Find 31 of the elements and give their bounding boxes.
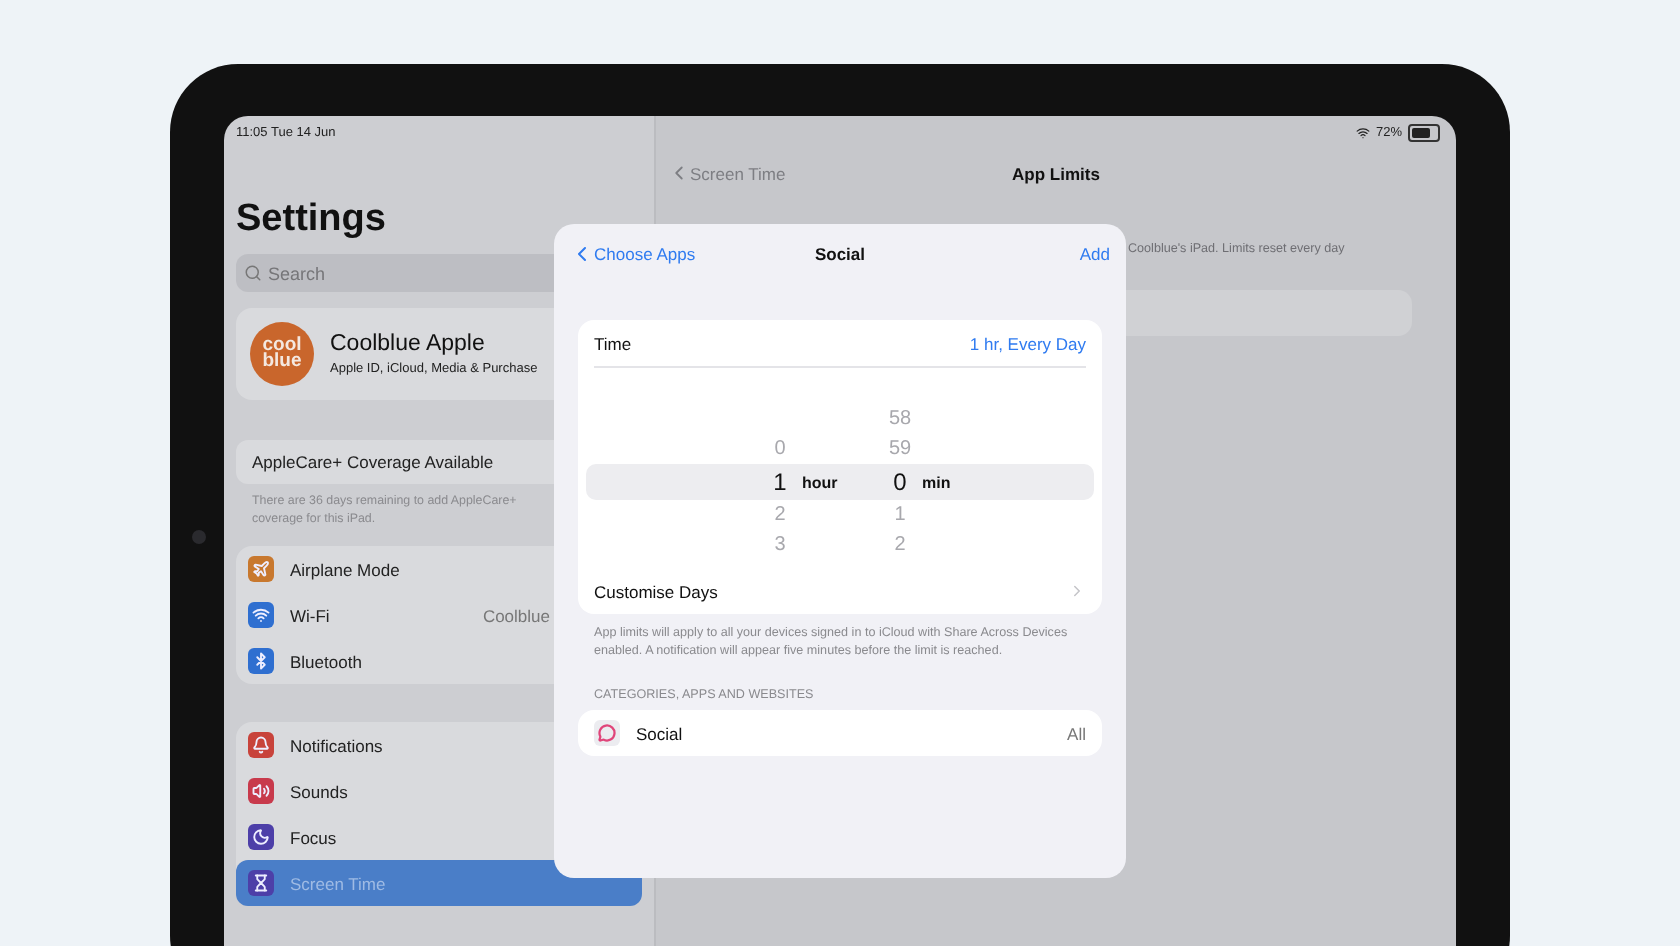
category-label: Social [636, 723, 685, 743]
category-value: All [1067, 723, 1086, 743]
picker-value: 1 [771, 467, 789, 497]
wifi-icon [1355, 125, 1370, 139]
picker-value: 58 [886, 406, 914, 434]
camera-icon [192, 530, 206, 544]
picker-value: 0 [772, 436, 788, 464]
settings-item[interactable]: Sounds [236, 768, 642, 814]
picker-unit: hour [802, 473, 838, 491]
profile-name: Coolblue Apple [330, 332, 487, 356]
settings-title: Settings [236, 198, 388, 242]
time-label: Time [594, 333, 632, 353]
time-value[interactable]: 1 hr, Every Day [969, 333, 1086, 353]
picker-unit: min [922, 473, 951, 491]
picker-value: 2 [772, 502, 788, 530]
brand-logo: cool blue [250, 322, 314, 386]
add-link[interactable]: Add [1079, 244, 1110, 264]
chat-bubble-icon [594, 720, 620, 746]
picker-value: 59 [886, 436, 914, 464]
picker-value: 3 [772, 532, 788, 560]
picker-value: 1 [892, 502, 908, 530]
customise-days-row[interactable]: Customise Days [594, 568, 1086, 614]
chevron-icon [1068, 582, 1086, 600]
picker-value: 0 [891, 467, 909, 497]
page-title: App Limits [1012, 163, 1100, 183]
battery-icon [1408, 123, 1440, 141]
picker-value: 2 [892, 532, 908, 560]
settings-item[interactable]: Focus [236, 814, 642, 860]
search-icon [244, 264, 262, 282]
sheet-title: Social [814, 244, 866, 264]
item-value: Coolblue [482, 605, 550, 625]
